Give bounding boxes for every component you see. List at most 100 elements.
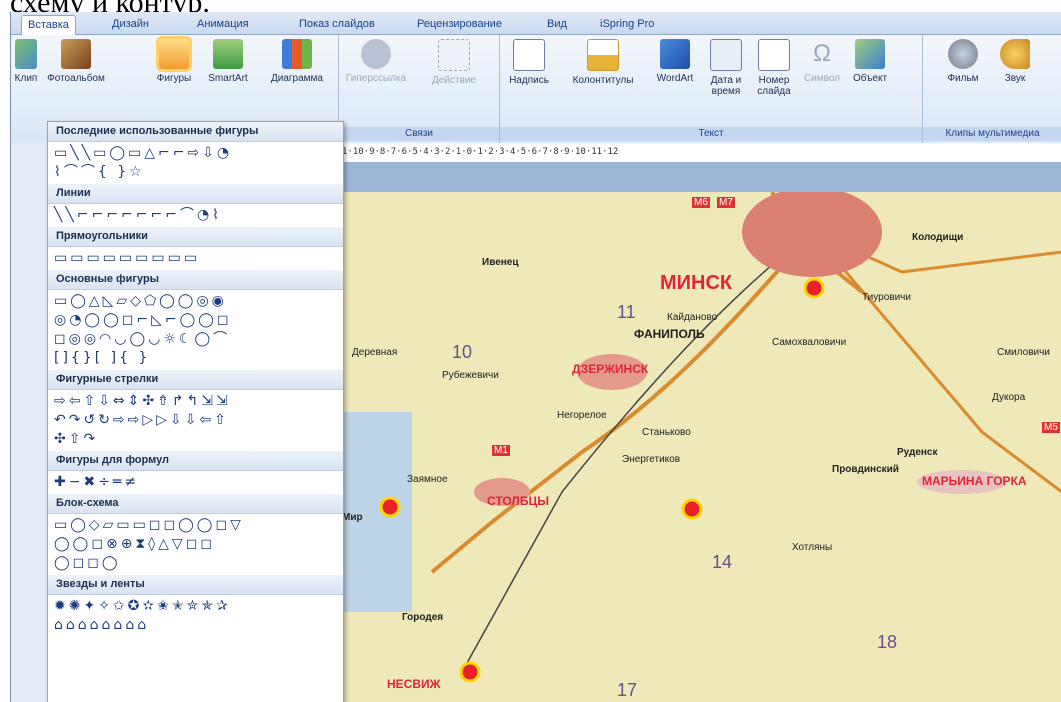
wordart-label: WordArt xyxy=(656,73,694,84)
shapes-gallery: Последние использованные фигуры ▭╲╲▭◯▭△⌐… xyxy=(47,121,344,702)
section-lines: Линии xyxy=(48,184,343,204)
shape-row[interactable]: ◎◔◯◯◻⌐◺⌐◯◯◻ xyxy=(54,311,337,330)
photoalbum-button[interactable]: Фотоальбом xyxy=(43,39,109,84)
smartart-label: SmartArt xyxy=(208,73,248,84)
movie-label: Фильм xyxy=(947,73,979,84)
road-m6-badge: M6 xyxy=(692,197,710,208)
map-number-14: 14 xyxy=(712,552,733,572)
chart-button[interactable]: Диаграмма xyxy=(261,39,333,84)
tab-animation[interactable]: Анимация xyxy=(191,15,255,34)
rectangle-shapes[interactable]: ▭▭▭▭▭▭▭▭▭ xyxy=(48,247,343,270)
datetime-label-2: время xyxy=(711,86,741,97)
action-label: Действие xyxy=(432,75,476,86)
slide-area: МИНСК ФАНИПОЛЬ ДЗЕРЖИНСК СТОЛБЦЫ НЕСВИЖ … xyxy=(342,162,1061,702)
label-stolbtsy: СТОЛБЦЫ xyxy=(487,494,549,508)
wordart-icon xyxy=(660,39,690,69)
speaker-icon xyxy=(1000,39,1030,69)
media-group: Фильм Звук Клипы мультимедиа xyxy=(923,35,1061,143)
road-m1-badge: M1 xyxy=(492,445,510,456)
text-group-label: Текст xyxy=(500,127,922,141)
tab-insert[interactable]: Вставка xyxy=(21,15,76,35)
photoalbum-label: Фотоальбом xyxy=(47,73,105,84)
smartart-button[interactable]: SmartArt xyxy=(201,39,255,84)
movie-button[interactable]: Фильм xyxy=(941,39,985,84)
label-dzerzhinsk: ДЗЕРЖИНСК xyxy=(572,362,649,376)
shape-row[interactable]: ◯◻◻◯ xyxy=(54,554,337,573)
label-energetikov: Энергетиков xyxy=(622,454,681,465)
shape-row[interactable]: ↶↷↺↻⇨⇨▷▷⇩⇩⇦⇧ xyxy=(54,411,337,430)
shape-row[interactable]: ◯◯◻⊗⊕⧗◊△▽◻◻ xyxy=(54,535,337,554)
datetime-button[interactable]: Дата и время xyxy=(704,39,748,97)
hyperlink-button[interactable]: Гиперссылка xyxy=(341,39,411,84)
slidenum-button[interactable]: Номер слайда xyxy=(752,39,796,97)
label-koidanovo: Кайданово xyxy=(667,312,718,323)
header-footer-label: Колонтитулы xyxy=(572,75,634,86)
wordart-button[interactable]: WordArt xyxy=(650,39,700,84)
shape-row[interactable]: ⇨⇦⇧⇩⇔⇕✣⇮↱↰⇲⇲ xyxy=(54,392,337,411)
shape-row[interactable]: ▭╲╲▭◯▭△⌐⌐⇨⇩◔ xyxy=(54,144,337,163)
label-marina-gorka: МАРЬИНА ГОРКА xyxy=(922,474,1027,488)
powerpoint-window: Вставка Дизайн Анимация Показ слайдов Ре… xyxy=(10,12,1061,702)
road-m5-badge: M5 xyxy=(1042,422,1060,433)
sun-marker-minsk xyxy=(803,277,825,299)
label-mir: Мир xyxy=(342,512,363,523)
film-reel-icon xyxy=(948,39,978,69)
basic-shapes[interactable]: ▭◯△◺▱◇⬠◯◯◎◉ ◎◔◯◯◻⌐◺⌐◯◯◻ ◻◎◎◠◡◯◡☼☾◯⌒ []{}… xyxy=(48,290,343,370)
label-gorodeya: Городея xyxy=(402,612,444,623)
shape-row[interactable]: ✚−✖÷═≠ xyxy=(54,473,337,492)
shape-row[interactable]: ◻◎◎◠◡◯◡☼☾◯⌒ xyxy=(54,330,337,349)
map-number-18: 18 xyxy=(877,632,898,652)
photoalbum-icon xyxy=(61,39,91,69)
label-koldishchi: Колодищи xyxy=(912,232,964,243)
object-label: Объект xyxy=(852,73,888,84)
equation-shapes[interactable]: ✚−✖÷═≠ xyxy=(48,471,343,494)
textbox-icon xyxy=(513,39,545,71)
shape-row[interactable]: ⌂⌂⌂⌂⌂⌂⌂⌂ xyxy=(54,616,337,635)
label-smilovichi: Смиловичи xyxy=(997,347,1050,358)
sound-button[interactable]: Звук xyxy=(993,39,1037,84)
label-khotlyany: Хотляны xyxy=(792,542,833,553)
object-button[interactable]: Объект xyxy=(848,39,892,84)
line-shapes[interactable]: ╲╲⌐⌐⌐⌐⌐⌐⌐⌒◔⌇ xyxy=(48,204,343,227)
sound-label: Звук xyxy=(1004,73,1026,84)
flowchart-shapes[interactable]: ▭◯◇▱▭▭◻◻◯◯◻▽ ◯◯◻⊗⊕⧗◊△▽◻◻ ◯◻◻◯ xyxy=(48,514,343,575)
shape-row[interactable]: []{}[ ]{ } xyxy=(54,349,337,368)
map-graphics xyxy=(342,192,1061,683)
label-zameche: Заямное xyxy=(407,474,448,485)
tab-design[interactable]: Дизайн xyxy=(106,15,155,34)
shape-row[interactable]: ╲╲⌐⌐⌐⌐⌐⌐⌐⌒◔⌇ xyxy=(54,206,337,225)
map-number-10: 10 xyxy=(452,342,473,362)
shapes-button[interactable]: Фигуры xyxy=(151,39,197,84)
shape-row[interactable]: ▭▭▭▭▭▭▭▭▭ xyxy=(54,249,337,268)
symbol-button[interactable]: Ω Символ xyxy=(800,39,844,84)
shape-row[interactable]: ▭◯◇▱▭▭◻◻◯◯◻▽ xyxy=(54,516,337,535)
horizontal-ruler: 1·10·9·8·7·6·5·4·3·2·1·0·1·2·3·4·5·6·7·8… xyxy=(342,143,1061,163)
clip-button[interactable]: Клип xyxy=(13,39,39,84)
textbox-button[interactable]: Надпись xyxy=(502,39,556,86)
sun-marker-uzda xyxy=(681,498,703,520)
label-rubezhevichi: Рубежевичи xyxy=(442,370,499,381)
label-dukora: Дукора xyxy=(992,392,1026,403)
clip-icon xyxy=(15,39,37,69)
shape-row[interactable]: ▭◯△◺▱◇⬠◯◯◎◉ xyxy=(54,292,337,311)
slide-number-icon xyxy=(758,39,790,71)
shape-row[interactable]: ✣⇧↷ xyxy=(54,430,337,449)
tab-ispring[interactable]: iSpring Pro xyxy=(594,15,660,34)
slidenum-label-2: слайда xyxy=(757,86,791,97)
shape-row[interactable]: ⌇⌒⌒{ }☆ xyxy=(54,163,337,182)
tab-slideshow[interactable]: Показ слайдов xyxy=(293,15,381,34)
recent-shapes[interactable]: ▭╲╲▭◯▭△⌐⌐⇨⇩◔ ⌇⌒⌒{ }☆ xyxy=(48,142,343,184)
shape-row[interactable]: ✹✺✦✧✩✪✫✬✭✮✯✰ xyxy=(54,597,337,616)
star-shapes[interactable]: ✹✺✦✧✩✪✫✬✭✮✯✰ ⌂⌂⌂⌂⌂⌂⌂⌂ xyxy=(48,595,343,637)
map-number-11: 11 xyxy=(617,302,636,322)
calendar-icon xyxy=(710,39,742,71)
arrow-shapes[interactable]: ⇨⇦⇧⇩⇔⇕✣⇮↱↰⇲⇲ ↶↷↺↻⇨⇨▷▷⇩⇩⇦⇧ ✣⇧↷ xyxy=(48,390,343,451)
label-nesvizh: НЕСВИЖ xyxy=(387,677,441,691)
road-m7-badge: M7 xyxy=(717,197,735,208)
tab-view[interactable]: Вид xyxy=(541,15,573,34)
action-button[interactable]: Действие xyxy=(419,39,489,86)
sun-marker-mir xyxy=(379,496,401,518)
label-rudensk: Руденск xyxy=(897,447,938,458)
tab-review[interactable]: Рецензирование xyxy=(411,15,508,34)
header-footer-button[interactable]: Колонтитулы xyxy=(560,39,646,86)
